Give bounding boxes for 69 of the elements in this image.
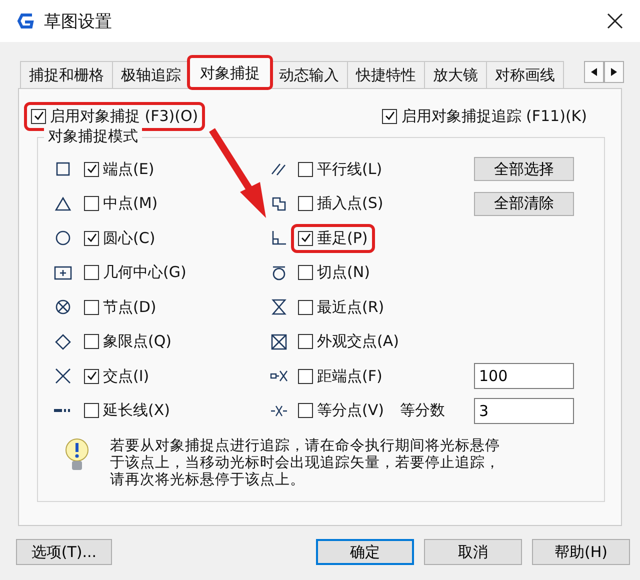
options-button[interactable]: 选项(T)... <box>16 539 112 565</box>
divide-count-label: 等分数 <box>400 401 445 420</box>
help-button[interactable]: 帮助(H) <box>532 539 630 565</box>
snap-marker-icon <box>270 264 288 282</box>
checkbox-label[interactable]: 启用对象捕捉追踪 (F11)(K) <box>401 106 587 126</box>
checkbox[interactable] <box>84 162 99 177</box>
checkbox-label[interactable]: 等分点(V) <box>317 401 384 420</box>
checkbox-label[interactable]: 延长线(X) <box>103 401 170 420</box>
checkbox[interactable] <box>298 334 313 350</box>
checkbox-label[interactable]: 交点(I) <box>103 366 150 386</box>
snap-marker-icon <box>54 194 72 213</box>
checkbox[interactable] <box>84 265 99 280</box>
snap-marker-icon <box>270 298 288 316</box>
scroll-left-button[interactable] <box>584 61 604 83</box>
checkbox-label[interactable]: 垂足(P) <box>317 228 368 248</box>
scroll-right-button[interactable] <box>604 61 624 83</box>
checkbox-label[interactable]: 几何中心(G) <box>103 263 186 282</box>
ok-button[interactable]: 确定 <box>316 539 414 565</box>
checkbox-label[interactable]: 切点(N) <box>317 263 370 282</box>
left-triangle-icon <box>591 68 597 76</box>
checkbox[interactable] <box>298 403 313 418</box>
divide-count-input[interactable]: 3 <box>474 398 574 424</box>
distance-input[interactable]: 100 <box>474 363 574 390</box>
checkbox[interactable] <box>298 196 313 212</box>
checkbox-label[interactable]: 端点(E) <box>103 160 154 179</box>
hint-text: 若要从对象捕捉点进行追踪，请在命令执行期间将光标悬停于该点上，当移动光标时会出现追踪矢量，若要停止追踪，请再次将光标悬停于该点上。 <box>110 438 501 489</box>
snap-marker-icon <box>270 194 288 213</box>
checkbox[interactable] <box>84 403 99 418</box>
snap-marker-icon <box>54 264 72 282</box>
app-logo-icon <box>16 12 34 30</box>
checkbox-label[interactable]: 插入点(S) <box>317 194 384 214</box>
right-triangle-icon <box>611 68 617 76</box>
checkbox[interactable] <box>31 108 46 124</box>
tab[interactable]: 对称画线 <box>486 61 564 88</box>
snap-marker-icon <box>270 229 288 248</box>
checkbox-label[interactable]: 平行线(L) <box>317 160 382 179</box>
checkbox[interactable] <box>298 368 313 384</box>
checkbox-label[interactable]: 象限点(Q) <box>103 332 172 352</box>
checkbox-label[interactable]: 圆心(C) <box>103 228 156 248</box>
checkbox[interactable] <box>84 368 99 384</box>
checkbox[interactable] <box>298 230 313 246</box>
checkbox-label[interactable]: 启用对象捕捉 (F3)(O) <box>50 106 198 126</box>
snap-action-button[interactable]: 全部清除 <box>474 192 574 216</box>
snap-marker-icon <box>54 298 72 316</box>
checkbox[interactable] <box>298 265 313 280</box>
snap-action-button[interactable]: 全部选择 <box>474 157 574 182</box>
checkbox[interactable] <box>382 108 398 124</box>
checkbox[interactable] <box>298 300 313 315</box>
checkbox[interactable] <box>84 334 99 350</box>
checkbox[interactable] <box>84 230 99 246</box>
checkbox-label[interactable]: 外观交点(A) <box>317 332 399 352</box>
checkbox[interactable] <box>84 300 99 315</box>
checkbox-label[interactable]: 最近点(R) <box>317 298 384 317</box>
snap-marker-icon <box>54 160 72 178</box>
group-title: 对象捕捉模式 <box>44 127 142 146</box>
tab[interactable]: 捕捉和栅格 <box>20 61 113 88</box>
snap-marker-icon <box>54 367 72 386</box>
tab[interactable]: 对象捕捉 <box>189 57 271 88</box>
checkbox[interactable] <box>84 196 99 212</box>
checkbox[interactable] <box>298 162 313 177</box>
snap-marker-icon <box>54 409 70 412</box>
checkbox-label[interactable]: 距端点(F) <box>317 366 382 386</box>
checkbox-label[interactable]: 中点(M) <box>103 194 158 214</box>
checkbox-label[interactable]: 节点(D) <box>103 298 156 317</box>
snap-marker-icon <box>270 332 288 351</box>
window-title: 草图设置 <box>44 10 113 32</box>
snap-marker-icon <box>54 229 72 248</box>
cancel-button[interactable]: 取消 <box>424 539 522 565</box>
snap-marker-icon <box>54 332 72 351</box>
